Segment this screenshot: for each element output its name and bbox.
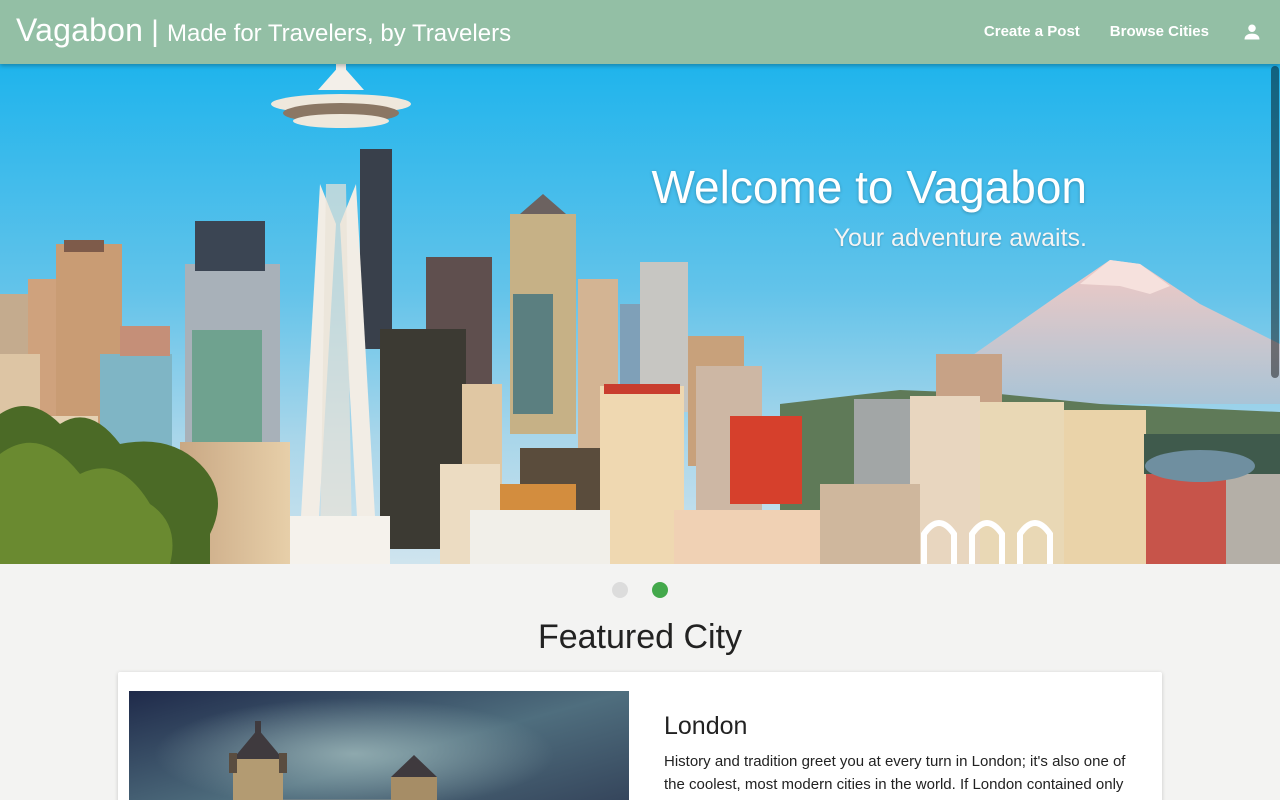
featured-city-heading: Featured City [537, 618, 743, 656]
hero-banner: Welcome to Vagabon Your adventure awaits… [0, 64, 1280, 564]
hero-subtitle: Your adventure awaits. [833, 224, 1087, 252]
brand-tagline: Made for Travelers, by Travelers [166, 20, 512, 47]
carousel-dot-2[interactable] [652, 582, 668, 598]
page-scrollbar[interactable] [1271, 66, 1279, 378]
city-name[interactable]: London [664, 712, 747, 741]
london-tower-bridge-image [129, 691, 629, 800]
person-icon[interactable] [1224, 0, 1280, 64]
hero-title: Welcome to Vagabon [651, 161, 1087, 213]
top-navbar: Vagabon | Made for Travelers, by Travele… [0, 0, 1280, 64]
featured-city-card[interactable]: London History and tradition greet you a… [118, 672, 1162, 800]
brand[interactable]: Vagabon | Made for Travelers, by Travele… [16, 12, 511, 49]
city-image[interactable] [129, 691, 629, 800]
nav-create-post-link[interactable]: Create a Post [969, 0, 1095, 64]
nav-browse-cities-link[interactable]: Browse Cities [1095, 0, 1224, 64]
brand-name[interactable]: Vagabon [16, 12, 143, 49]
nav-links: Create a Post Browse Cities [969, 0, 1280, 64]
city-description: History and tradition greet you at every… [664, 753, 1126, 793]
carousel-dot-1[interactable] [612, 582, 628, 598]
carousel-indicators [0, 582, 1280, 598]
hero-city-skyline-image [0, 64, 1280, 564]
brand-separator: | [151, 15, 159, 48]
